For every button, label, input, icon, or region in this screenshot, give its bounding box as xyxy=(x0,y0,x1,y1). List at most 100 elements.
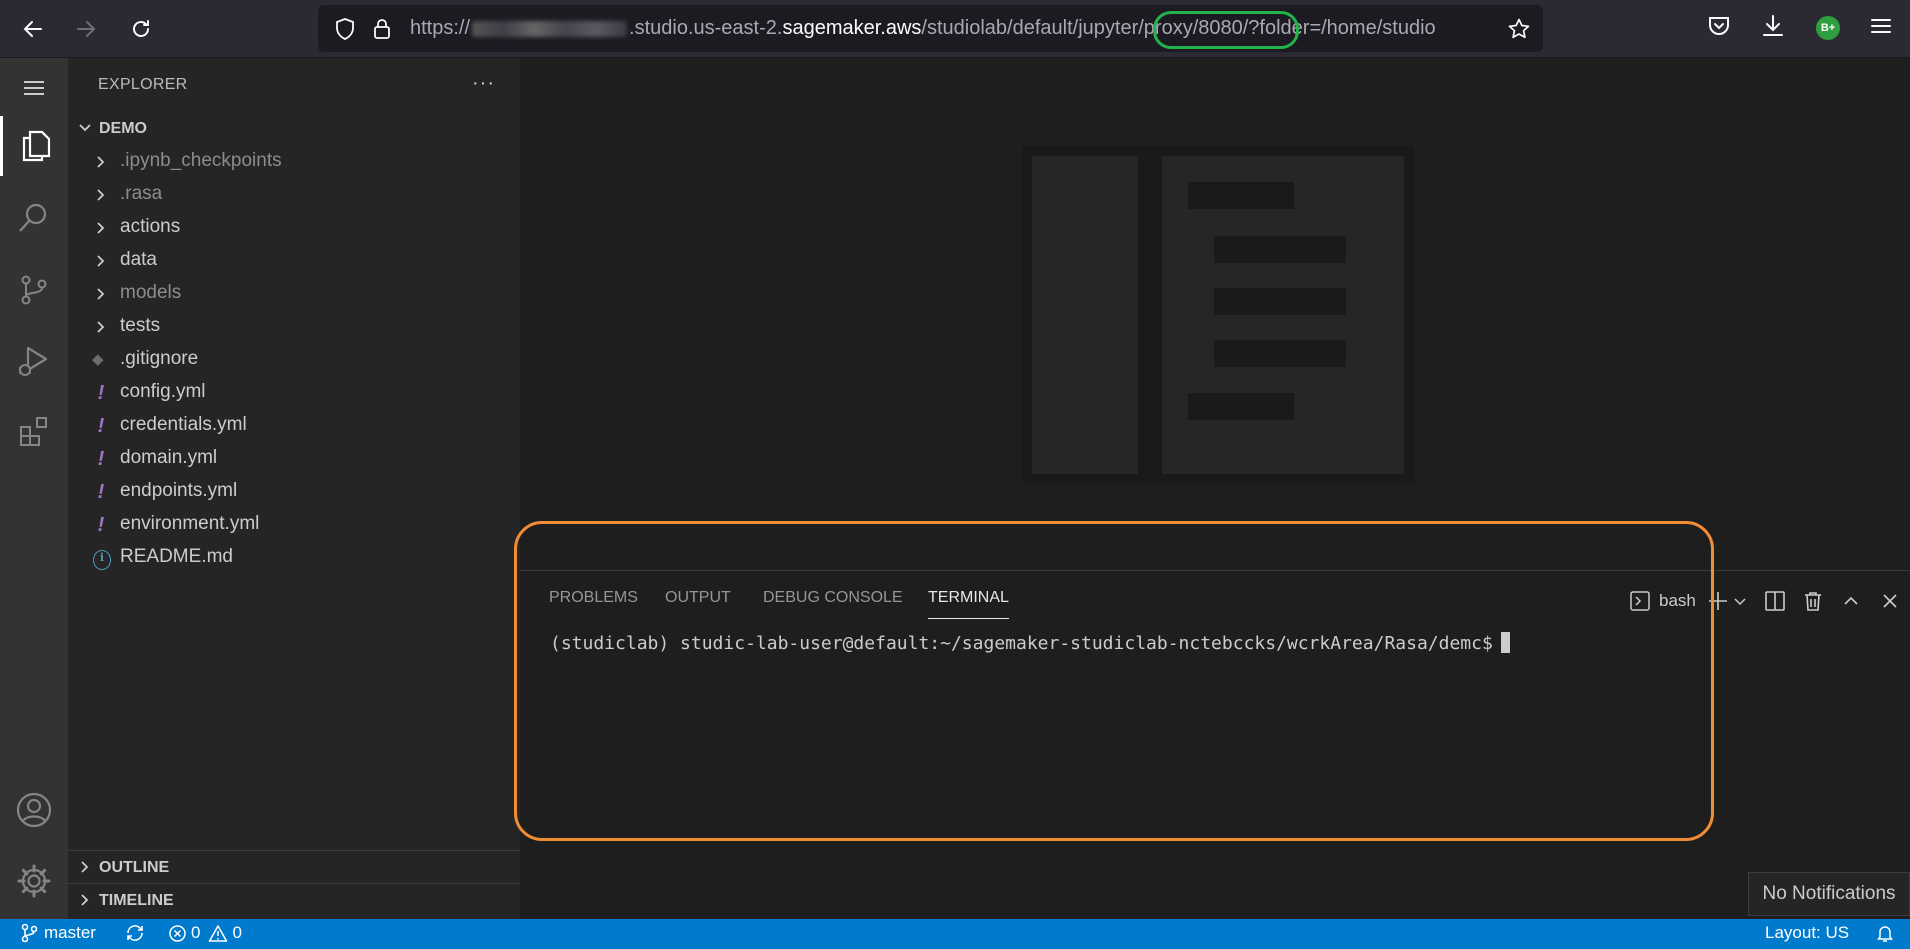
close-icon xyxy=(1883,594,1897,608)
chevron-right-icon xyxy=(92,252,110,272)
kill-terminal-button[interactable] xyxy=(1802,589,1824,613)
tree-folder[interactable]: .ipynb_checkpoints xyxy=(68,145,520,178)
tree-file[interactable]: ! config.yml xyxy=(68,376,520,409)
outline-section[interactable]: OUTLINE xyxy=(68,850,520,882)
extensions-icon xyxy=(20,417,47,446)
tree-item-label: .gitignore xyxy=(120,348,199,369)
sync-button[interactable] xyxy=(124,923,146,943)
tree-item-label: endpoints.yml xyxy=(120,480,238,501)
tree-file[interactable]: ◆ .gitignore xyxy=(68,343,520,376)
chevron-down-icon xyxy=(1734,598,1746,606)
tree-item-label: credentials.yml xyxy=(120,414,247,435)
notifications-bell-button[interactable] xyxy=(1876,923,1894,943)
maximize-panel-button[interactable] xyxy=(1841,589,1861,613)
tree-item-label: environment.yml xyxy=(120,513,260,534)
tab-problems[interactable]: PROBLEMS xyxy=(549,589,638,619)
more-actions-button[interactable]: ··· xyxy=(472,72,495,95)
source-control-button[interactable] xyxy=(0,260,68,320)
chevron-right-icon xyxy=(92,219,110,239)
tree-item-label: .ipynb_checkpoints xyxy=(120,150,282,171)
chevron-right-icon xyxy=(92,186,110,206)
url-scheme: https:// xyxy=(410,17,471,39)
browser-toolbar: https://.studio.us-east-2.sagemaker.aws/… xyxy=(0,0,1910,58)
notifications-toast[interactable]: No Notifications xyxy=(1748,872,1910,916)
search-icon xyxy=(19,203,47,232)
tab-terminal[interactable]: TERMINAL xyxy=(928,589,1009,619)
pocket-icon[interactable] xyxy=(1706,13,1732,44)
address-bar[interactable]: https://.studio.us-east-2.sagemaker.aws/… xyxy=(318,5,1543,52)
yaml-file-icon: ! xyxy=(97,448,105,470)
yaml-file-icon: ! xyxy=(97,415,105,437)
lock-icon[interactable] xyxy=(372,17,392,46)
menu-button[interactable] xyxy=(0,58,68,118)
download-icon[interactable] xyxy=(1760,13,1786,44)
tree-file[interactable]: ! endpoints.yml xyxy=(68,475,520,508)
reload-button[interactable] xyxy=(121,9,161,49)
warning-icon xyxy=(209,924,228,942)
chevron-right-icon xyxy=(92,318,110,338)
terminal-cursor xyxy=(1500,632,1510,653)
profile-avatar[interactable]: B+ xyxy=(1816,16,1840,40)
bottom-panel: PROBLEMS OUTPUT DEBUG CONSOLE TERMINAL b… xyxy=(520,570,1910,919)
git-file-icon: ◆ xyxy=(92,351,104,368)
new-terminal-button[interactable] xyxy=(1707,589,1729,613)
problems-status[interactable]: 0 0 xyxy=(168,923,242,943)
tree-item-label: .rasa xyxy=(120,183,163,204)
tracking-shield-icon[interactable] xyxy=(334,17,356,46)
yaml-file-icon: ! xyxy=(97,382,105,404)
activity-bar xyxy=(0,58,68,919)
tree-folder[interactable]: models xyxy=(68,277,520,310)
editor-area xyxy=(520,58,1910,570)
back-button[interactable] xyxy=(13,9,53,49)
close-panel-button[interactable] xyxy=(1880,589,1900,613)
tree-file[interactable]: i README.md xyxy=(68,541,520,574)
url-domain: sagemaker.aws xyxy=(782,17,922,39)
tree-folder[interactable]: .rasa xyxy=(68,178,520,211)
explorer-button[interactable] xyxy=(0,116,68,176)
branch-name: master xyxy=(44,923,96,942)
extensions-button[interactable] xyxy=(0,401,68,461)
branch-status[interactable]: master xyxy=(20,923,96,943)
gear-icon xyxy=(17,864,51,898)
manage-button[interactable] xyxy=(0,851,68,911)
info-file-icon: i xyxy=(93,550,111,570)
tree-file[interactable]: ! domain.yml xyxy=(68,442,520,475)
yaml-file-icon: ! xyxy=(97,481,105,503)
keyboard-layout-status[interactable]: Layout: US xyxy=(1765,923,1849,943)
tree-item-label: domain.yml xyxy=(120,447,218,468)
search-button[interactable] xyxy=(0,188,68,248)
tree-folder[interactable]: data xyxy=(68,244,520,277)
terminal-shell-selector[interactable]: bash xyxy=(1629,589,1696,613)
menu-icon[interactable] xyxy=(1868,13,1894,44)
forward-button[interactable] xyxy=(66,9,106,49)
trash-icon xyxy=(1805,592,1821,611)
workspace-root-label: DEMO xyxy=(99,120,147,137)
accounts-button[interactable] xyxy=(0,780,68,840)
tab-output[interactable]: OUTPUT xyxy=(665,589,731,619)
tree-item-label: config.yml xyxy=(120,381,206,402)
split-terminal-button[interactable] xyxy=(1764,589,1786,613)
explorer-title: EXPLORER xyxy=(98,76,188,93)
tree-file[interactable]: ! environment.yml xyxy=(68,508,520,541)
tree-folder[interactable]: tests xyxy=(68,310,520,343)
run-debug-button[interactable] xyxy=(0,330,68,390)
bookmark-star-icon[interactable] xyxy=(1507,17,1531,46)
terminal-dropdown-button[interactable] xyxy=(1732,589,1748,613)
proxy-port-highlight xyxy=(1153,11,1299,49)
tree-item-label: data xyxy=(120,249,157,270)
tree-folder[interactable]: actions xyxy=(68,211,520,244)
tree-item-label: README.md xyxy=(120,546,233,567)
git-branch-icon xyxy=(21,923,38,943)
terminal-output[interactable]: (studiclab) studic-lab-user@default:~/sa… xyxy=(550,632,1510,654)
tree-file[interactable]: ! credentials.yml xyxy=(68,409,520,442)
terminal-icon xyxy=(1630,591,1650,611)
tree-item-label: tests xyxy=(120,315,161,336)
arrow-right-icon xyxy=(77,21,96,37)
files-icon xyxy=(22,130,50,162)
reload-icon xyxy=(133,20,149,37)
timeline-section[interactable]: TIMELINE xyxy=(68,883,520,915)
workspace-root-folder[interactable]: DEMO xyxy=(68,117,520,143)
warning-count: 0 xyxy=(232,923,242,942)
url-text[interactable]: https://.studio.us-east-2.sagemaker.aws/… xyxy=(410,5,1485,52)
tab-debug-console[interactable]: DEBUG CONSOLE xyxy=(763,589,903,619)
